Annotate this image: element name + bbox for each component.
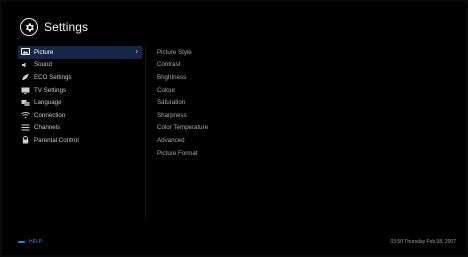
menu-item-language[interactable]: Language [18, 96, 142, 109]
menu-divider [145, 46, 146, 218]
submenu-item-color-temperature[interactable]: Color Temperature [157, 122, 208, 135]
menu-item-label: Channels [34, 124, 61, 132]
help-label: HELP [29, 239, 43, 245]
submenu-item-picture-format[interactable]: Picture Format [157, 147, 208, 160]
menu-item-tv-settings[interactable]: TV Settings [18, 84, 142, 97]
settings-menu: Picture › Sound ECO Settings TV Settings [18, 46, 142, 147]
list-icon [20, 124, 30, 132]
menu-item-parental-control[interactable]: Parental Control [18, 134, 142, 147]
submenu-item-sharpness[interactable]: Sharpness [157, 109, 208, 122]
datetime-display: 03:50 Thursday Feb.08, 2007 [390, 239, 456, 245]
menu-item-connection[interactable]: Connection [18, 109, 142, 122]
menu-item-label: Picture [34, 48, 54, 56]
lock-icon [20, 136, 30, 144]
leaf-icon [20, 73, 30, 81]
menu-item-label: TV Settings [34, 86, 66, 94]
submenu-item-picture-style[interactable]: Picture Style [157, 46, 208, 59]
menu-item-sound[interactable]: Sound [18, 59, 142, 72]
page-title: Settings [44, 20, 89, 34]
menu-item-label: Language [34, 99, 62, 107]
submenu-item-colour[interactable]: Colour [157, 84, 208, 97]
help-button[interactable]: HELP [18, 239, 42, 245]
menu-item-channels[interactable]: Channels [18, 122, 142, 135]
speaker-icon [20, 61, 30, 69]
submenu-item-saturation[interactable]: Saturation [157, 96, 208, 109]
submenu-item-contrast[interactable]: Contrast [157, 59, 208, 72]
blue-key-icon [18, 241, 25, 243]
picture-icon [20, 48, 30, 56]
menu-item-label: ECO Settings [34, 73, 72, 81]
menu-item-label: Connection [34, 111, 66, 119]
submenu-item-advanced[interactable]: Advanced [157, 134, 208, 147]
wifi-icon [20, 111, 30, 119]
menu-item-picture[interactable]: Picture › [18, 46, 142, 59]
tv-settings-screen: Settings Picture › Sound ECO Settings TV… [2, 2, 466, 255]
tv-icon [20, 86, 30, 94]
chevron-right-icon: › [135, 48, 138, 56]
picture-submenu: Picture Style Contrast Brightness Colour… [157, 46, 208, 159]
settings-header: Settings [20, 17, 88, 37]
menu-item-label: Parental Control [34, 136, 79, 144]
gear-icon [20, 18, 38, 36]
submenu-item-brightness[interactable]: Brightness [157, 71, 208, 84]
menu-item-label: Sound [34, 61, 52, 69]
language-icon [20, 99, 30, 107]
menu-item-eco-settings[interactable]: ECO Settings [18, 71, 142, 84]
